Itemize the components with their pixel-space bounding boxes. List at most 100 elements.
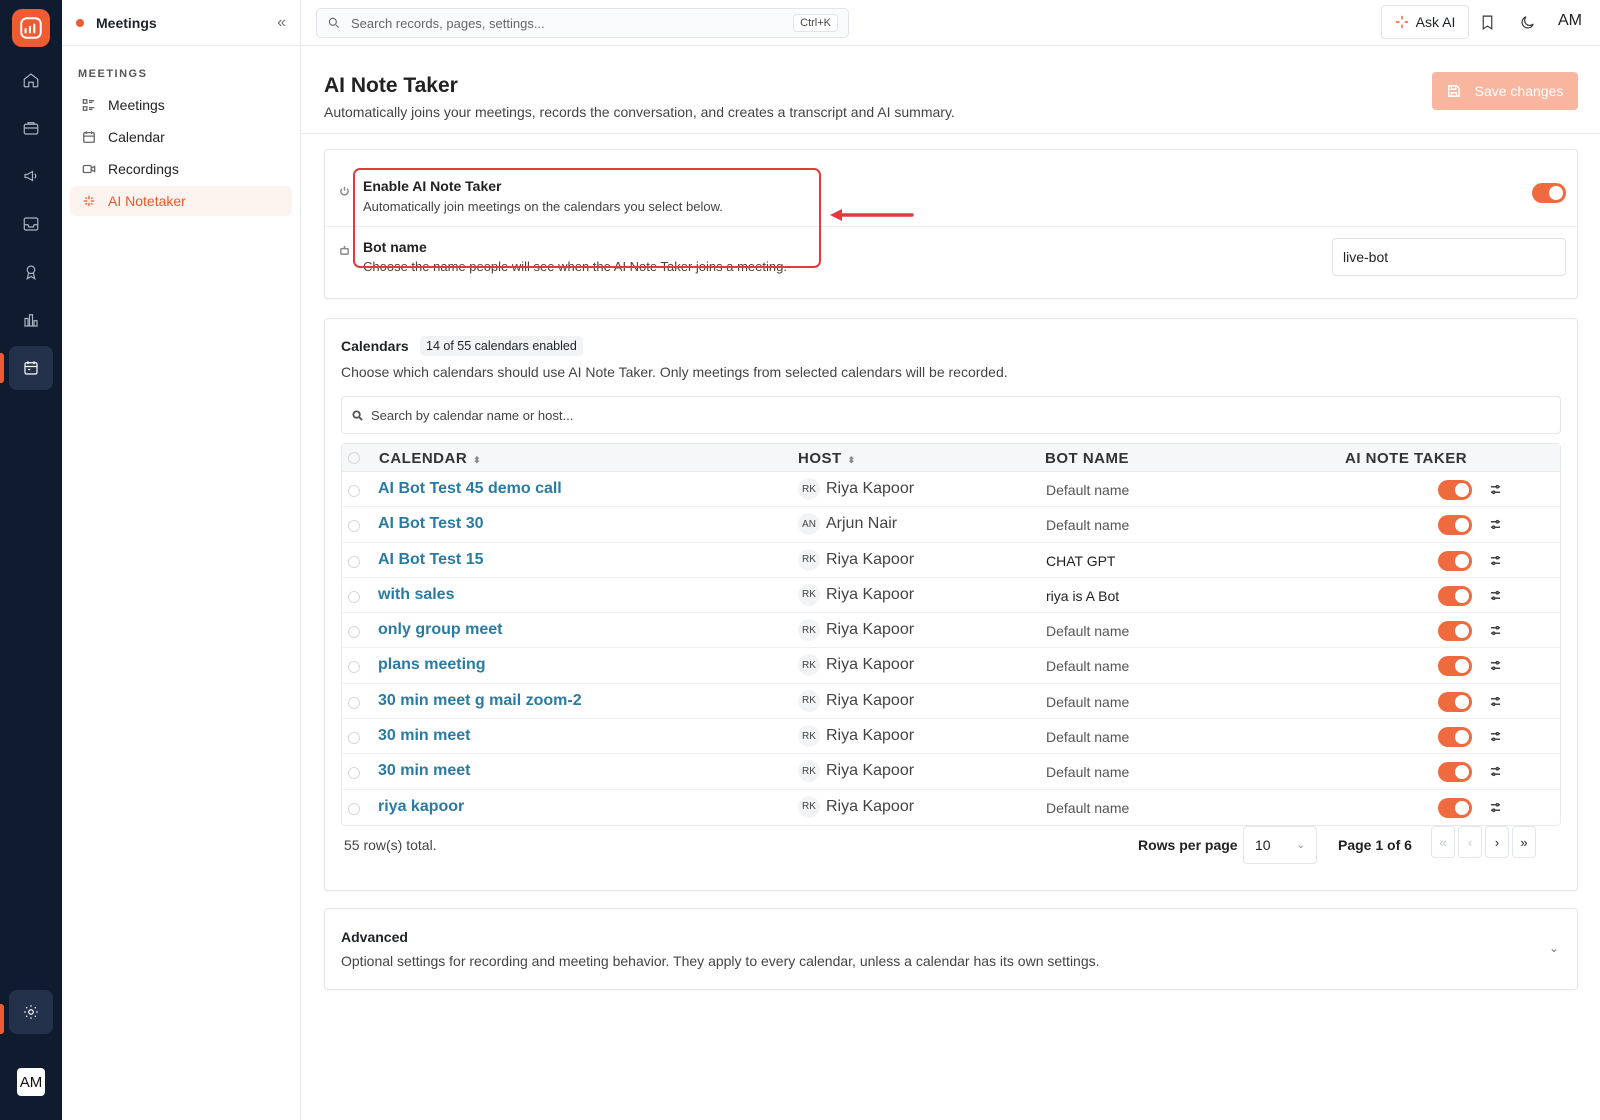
sidebar-item-calendar[interactable]: Calendar	[70, 122, 292, 152]
inbox-nav-button[interactable]	[9, 202, 53, 246]
app-logo[interactable]	[12, 9, 50, 47]
campaign-nav-button[interactable]	[9, 154, 53, 198]
rows-per-page-select[interactable]: 10 ⌄	[1243, 826, 1317, 864]
settings-nav-button[interactable]	[9, 990, 53, 1034]
row-settings-button[interactable]	[1490, 482, 1502, 495]
table-row[interactable]: only group meet RK Riya Kapoor Default name	[342, 613, 1560, 649]
home-nav-button[interactable]	[9, 58, 53, 102]
user-avatar[interactable]: AM	[1558, 12, 1582, 30]
sidebar-item-label: Recordings	[108, 161, 179, 177]
rail-avatar[interactable]: AM	[17, 1068, 45, 1096]
gear-icon	[24, 1005, 38, 1019]
sliders-icon	[1490, 802, 1501, 812]
save-changes-button[interactable]: Save changes	[1432, 72, 1578, 110]
calendar-name-link[interactable]: AI Bot Test 45 demo call	[378, 480, 562, 498]
row-settings-button[interactable]	[1490, 588, 1502, 600]
row-checkbox[interactable]	[348, 590, 360, 603]
enabled-count-badge: 14 of 55 calendars enabled	[420, 336, 583, 356]
first-page-button[interactable]: «	[1431, 826, 1455, 858]
table-row[interactable]: with sales RK Riya Kapoor riya is A Bot	[342, 578, 1560, 614]
host-name: Riya Kapoor	[826, 797, 915, 815]
award-nav-button[interactable]	[9, 250, 53, 294]
ai-note-taker-toggle[interactable]	[1438, 656, 1472, 677]
calendar-name-link[interactable]: with sales	[378, 586, 454, 604]
prev-page-button[interactable]: ‹	[1458, 826, 1482, 858]
collapse-sidebar-icon[interactable]: «	[277, 14, 286, 32]
table-row[interactable]: 30 min meet RK Riya Kapoor Default name	[342, 754, 1560, 790]
row-settings-button[interactable]	[1490, 658, 1502, 671]
row-checkbox[interactable]	[348, 802, 360, 815]
row-checkbox[interactable]	[348, 555, 360, 568]
ai-note-taker-toggle[interactable]	[1438, 797, 1472, 818]
ai-note-taker-toggle[interactable]	[1438, 727, 1472, 748]
ai-note-taker-toggle[interactable]	[1438, 691, 1472, 712]
sort-icon: ⬍	[473, 455, 482, 465]
table-row[interactable]: plans meeting RK Riya Kapoor Default name	[342, 648, 1560, 684]
row-settings-button[interactable]	[1490, 729, 1502, 742]
host-name: Riya Kapoor	[826, 550, 915, 568]
row-checkbox[interactable]	[348, 485, 360, 497]
save-icon	[1447, 85, 1460, 97]
table-row[interactable]: AI Bot Test 30 AN Arjun Nair Default name	[342, 507, 1560, 543]
sidebar-item-ai-notetaker[interactable]: AI Notetaker	[70, 186, 292, 216]
row-checkbox[interactable]	[348, 732, 360, 745]
sidebar-item-meetings[interactable]: Meetings	[70, 90, 292, 120]
table-row[interactable]: 30 min meet RK Riya Kapoor Default name	[342, 719, 1560, 755]
row-checkbox[interactable]	[348, 696, 360, 709]
calendar-name-link[interactable]: plans meeting	[378, 656, 486, 674]
calendar-name-link[interactable]: 30 min meet	[378, 727, 470, 745]
chevron-down-icon[interactable]: ⌄	[1549, 941, 1559, 955]
bookmark-button[interactable]	[1477, 12, 1497, 32]
calendar-name-link[interactable]: AI Bot Test 15	[378, 551, 484, 569]
sidebar-item-label: Meetings	[108, 97, 165, 113]
row-settings-button[interactable]	[1490, 800, 1502, 812]
calendar-search-placeholder: Search by calendar name or host...	[371, 407, 574, 423]
bot-icon	[339, 243, 351, 255]
next-page-button[interactable]: ›	[1485, 826, 1509, 858]
row-checkbox[interactable]	[348, 626, 360, 639]
table-row[interactable]: AI Bot Test 45 demo call RK Riya Kapoor Def…	[342, 472, 1560, 508]
ai-note-taker-toggle[interactable]	[1438, 621, 1472, 642]
row-settings-button[interactable]	[1490, 517, 1502, 530]
table-row[interactable]: riya kapoor RK Riya Kapoor Default name	[342, 790, 1560, 825]
ai-note-taker-toggle[interactable]	[1438, 762, 1472, 783]
row-settings-button[interactable]	[1490, 623, 1502, 636]
enable-ai-toggle[interactable]	[1532, 183, 1566, 203]
sidebar-item-recordings[interactable]: Recordings	[70, 154, 292, 184]
meetings-nav-button[interactable]	[9, 346, 53, 390]
row-checkbox[interactable]	[348, 520, 360, 533]
calendar-icon	[83, 131, 95, 143]
briefcase-nav-button[interactable]	[9, 106, 53, 150]
calendar-name-link[interactable]: riya kapoor	[378, 798, 464, 816]
ai-note-taker-toggle[interactable]	[1438, 550, 1472, 571]
calendars-table: CALENDAR ⬍ HOST ⬍ BOT NAME AI NOTE TAKER A…	[341, 443, 1561, 826]
column-host[interactable]: HOST ⬍	[798, 450, 856, 467]
calendar-name-link[interactable]: only group meet	[378, 621, 502, 639]
ai-note-taker-toggle[interactable]	[1438, 585, 1472, 606]
reports-nav-button[interactable]	[9, 298, 53, 342]
calendar-name-link[interactable]: AI Bot Test 30	[378, 515, 484, 533]
ask-ai-button[interactable]: Ask AI	[1381, 5, 1469, 39]
host-initials-avatar: RK	[798, 689, 820, 712]
row-checkbox[interactable]	[348, 661, 360, 674]
last-page-button[interactable]: »	[1512, 826, 1536, 858]
video-icon	[82, 164, 96, 174]
calendar-name-link[interactable]: 30 min meet	[378, 762, 470, 780]
global-search-input[interactable]: Search records, pages, settings... Ctrl+…	[316, 8, 849, 38]
select-all-checkbox[interactable]	[348, 452, 360, 464]
row-checkbox[interactable]	[348, 767, 360, 780]
ai-note-taker-toggle[interactable]	[1438, 480, 1472, 500]
ai-note-taker-toggle[interactable]	[1438, 515, 1472, 536]
table-row[interactable]: AI Bot Test 15 RK Riya Kapoor CHAT GPT	[342, 543, 1560, 578]
row-settings-button[interactable]	[1490, 553, 1502, 565]
theme-toggle-button[interactable]	[1517, 12, 1537, 32]
calendar-search-input[interactable]: Search by calendar name or host...	[341, 396, 1561, 434]
row-settings-button[interactable]	[1490, 694, 1502, 706]
table-row[interactable]: 30 min meet g mail zoom-2 RK Riya Kapoor De…	[342, 684, 1560, 720]
column-calendar[interactable]: CALENDAR ⬍	[379, 450, 481, 467]
bot-name-input[interactable]: live-bot	[1332, 238, 1566, 276]
highlight-annotation	[353, 168, 821, 268]
advanced-card[interactable]: Advanced Optional settings for recording…	[324, 908, 1578, 990]
calendar-name-link[interactable]: 30 min meet g mail zoom-2	[378, 692, 582, 710]
row-settings-button[interactable]	[1490, 764, 1502, 777]
